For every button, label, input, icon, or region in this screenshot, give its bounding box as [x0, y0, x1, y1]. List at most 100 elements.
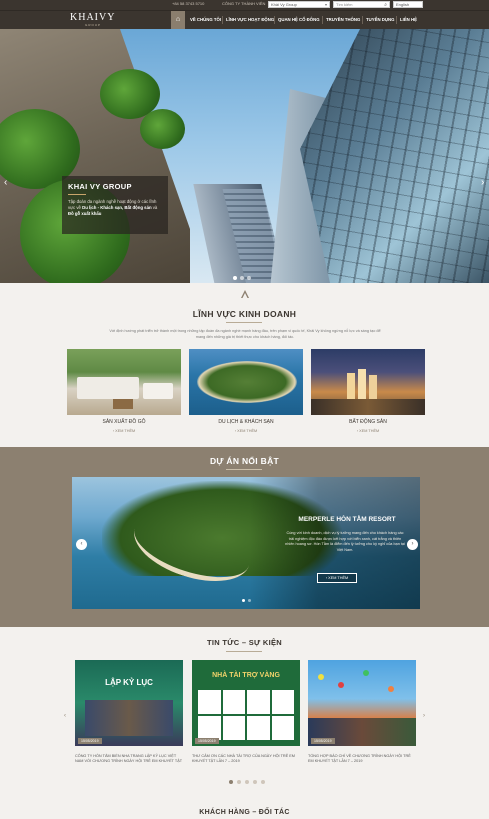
nav-divider	[396, 16, 397, 24]
chevron-left-icon[interactable]: ‹	[64, 713, 66, 719]
nav-investor-relations[interactable]: QUAN HỆ CỔ ĐÔNG	[278, 11, 320, 30]
member-companies-link[interactable]: CÔNG TY THÀNH VIÊN	[222, 1, 265, 6]
home-icon: ⌂	[175, 16, 181, 23]
news-date: 15/05/2019	[78, 738, 102, 744]
business-intro: Với định hướng phát triển trở thành một …	[109, 329, 381, 339]
sponsor-logo-grid	[198, 690, 294, 740]
news-title[interactable]: Tổng hợp báo chí về chương trình ngày hộ…	[308, 754, 416, 764]
hero-pagination	[233, 276, 251, 280]
section-divider	[226, 469, 262, 470]
nav-divider	[222, 16, 223, 24]
language-select[interactable]: English	[393, 1, 423, 8]
project-description: Cùng với kinh doanh, dịch vụ lý tưởng ma…	[285, 531, 405, 552]
news-pagination	[229, 780, 265, 784]
logo[interactable]: KHAIVY GROUP	[70, 12, 116, 28]
phone-number[interactable]: +84 58 3743 5710	[172, 1, 204, 6]
news-card[interactable]: 15/05/2019 Tổng hợp báo chí về chương tr…	[308, 660, 416, 764]
nav-business-fields[interactable]: LĨNH VỰC HOẠT ĐỘNG	[226, 11, 274, 30]
hero-dot[interactable]	[233, 276, 237, 280]
projects-section-title: DỰ ÁN NỔI BẬT	[209, 456, 280, 466]
news-image[interactable]: LẬP KỶ LỤC 15/05/2019	[75, 660, 183, 746]
partners-section-title: KHÁCH HÀNG – ĐỐI TÁC	[199, 809, 290, 816]
chevron-right-icon[interactable]: ›	[423, 713, 425, 719]
news-title[interactable]: Thư cảm ơn các nhà tài trợ của ngày hội …	[192, 754, 300, 764]
news-image-caption: NHÀ TÀI TRỢ VÀNG	[212, 672, 280, 679]
nav-divider	[322, 16, 323, 24]
top-utility-bar: +84 58 3743 5710 CÔNG TY THÀNH VIÊN Khải…	[0, 0, 489, 10]
news-date: 15/05/2019	[311, 738, 335, 744]
news-title[interactable]: Công ty Hòn Tằm biển Nha Trang lập kỷ lụ…	[75, 754, 183, 764]
business-card-furniture-image[interactable]	[67, 349, 181, 415]
chevron-right-icon[interactable]: ›	[407, 539, 418, 550]
hero-image-glass	[300, 29, 489, 283]
hero-title: KHAI VY GROUP	[68, 182, 132, 191]
business-label-tourism: DU LỊCH & KHÁCH SẠN	[218, 419, 274, 425]
brand-mark-icon	[241, 290, 249, 298]
business-more-link[interactable]: › XEM THÊM	[67, 429, 181, 433]
nav-contact[interactable]: LIÊN HỆ	[400, 11, 417, 30]
hero-desc-highlight: Du lịch - Khách sạn, Bất động sản	[82, 205, 152, 210]
hero-slider[interactable]: KHAI VY GROUP Tập đoàn đa ngành nghề hoạ…	[0, 29, 489, 283]
news-dot[interactable]	[229, 780, 233, 784]
news-card[interactable]: LẬP KỶ LỤC 15/05/2019 Công ty Hòn Tằm bi…	[75, 660, 183, 764]
search-input[interactable]: Tìm kiếm ⌕	[333, 1, 390, 8]
balloon-shape	[388, 686, 394, 692]
chevron-left-icon[interactable]: ‹	[76, 539, 87, 550]
hero-desc-highlight: Đồ gỗ xuất khẩu	[68, 211, 102, 216]
news-image[interactable]: 15/05/2019	[308, 660, 416, 746]
nav-recruitment[interactable]: TUYỂN DỤNG	[366, 11, 394, 30]
hero-image-glass-tower	[300, 29, 489, 283]
business-card-tourism-image[interactable]	[189, 349, 303, 415]
news-date: 15/05/2019	[195, 738, 219, 744]
nav-media[interactable]: TRUYỀN THÔNG	[326, 11, 360, 30]
project-dot[interactable]	[248, 599, 251, 602]
chevron-left-icon[interactable]: ‹	[4, 177, 7, 188]
project-title: MERPERLE HÒN TẰM RESORT	[298, 516, 396, 523]
news-card[interactable]: NHÀ TÀI TRỢ VÀNG 15/05/2019 Thư cảm ơn c…	[192, 660, 300, 764]
search-placeholder: Tìm kiếm	[336, 2, 353, 7]
project-pagination	[242, 599, 251, 602]
business-card-realestate-image[interactable]	[311, 349, 425, 415]
building-shape	[358, 369, 366, 403]
island-shape	[197, 361, 297, 403]
hero-description: Tập đoàn đa ngành nghề hoạt động ở các l…	[68, 199, 162, 217]
city-lights-shape	[311, 399, 425, 415]
hero-image-greenery	[140, 109, 185, 149]
business-section-title: LĨNH VỰC KINH DOANH	[192, 309, 297, 319]
news-dot[interactable]	[237, 780, 241, 784]
main-navbar: KHAIVY GROUP ⌂ VỀ CHÚNG TÔI LĨNH VỰC HOẠ…	[0, 10, 489, 30]
balloon-shape	[318, 674, 324, 680]
news-image[interactable]: NHÀ TÀI TRỢ VÀNG 15/05/2019	[192, 660, 300, 746]
news-dot[interactable]	[253, 780, 257, 784]
hero-desc-text: và	[151, 205, 158, 210]
nav-divider	[362, 16, 363, 24]
page: +84 58 3743 5710 CÔNG TY THÀNH VIÊN Khải…	[0, 0, 489, 819]
project-more-button[interactable]: › XEM THÊM	[317, 573, 357, 583]
nav-divider	[274, 16, 275, 24]
business-more-link[interactable]: › XEM THÊM	[311, 429, 425, 433]
nav-about[interactable]: VỀ CHÚNG TÔI	[190, 11, 221, 30]
news-section-title: TIN TỨC – SỰ KIỆN	[206, 638, 283, 647]
table-shape	[113, 399, 133, 409]
news-image-caption: LẬP KỶ LỤC	[105, 678, 153, 687]
business-more-link[interactable]: › XEM THÊM	[189, 429, 303, 433]
news-dot[interactable]	[245, 780, 249, 784]
section-divider	[226, 322, 262, 323]
hero-caption: KHAI VY GROUP Tập đoàn đa ngành nghề hoạ…	[62, 176, 168, 234]
group-select[interactable]: Khải Vy Group	[268, 1, 330, 8]
hero-dot[interactable]	[247, 276, 251, 280]
nav-home-button[interactable]: ⌂	[171, 11, 185, 30]
chevron-right-icon[interactable]: ›	[481, 177, 484, 188]
logo-text: KHAIVY	[70, 12, 116, 23]
project-dot[interactable]	[242, 599, 245, 602]
logo-subtext: GROUP	[84, 23, 101, 27]
business-label-furniture: SẢN XUẤT ĐỒ GỖ	[102, 419, 146, 425]
section-divider	[226, 651, 262, 652]
news-dot[interactable]	[261, 780, 265, 784]
balloon-shape	[338, 682, 344, 688]
business-label-realestate: BẤT ĐỘNG SẢN	[349, 419, 387, 425]
sofa-shape	[77, 377, 139, 399]
hero-dot[interactable]	[240, 276, 244, 280]
search-icon[interactable]: ⌕	[384, 2, 387, 8]
hero-title-underline	[68, 194, 86, 195]
